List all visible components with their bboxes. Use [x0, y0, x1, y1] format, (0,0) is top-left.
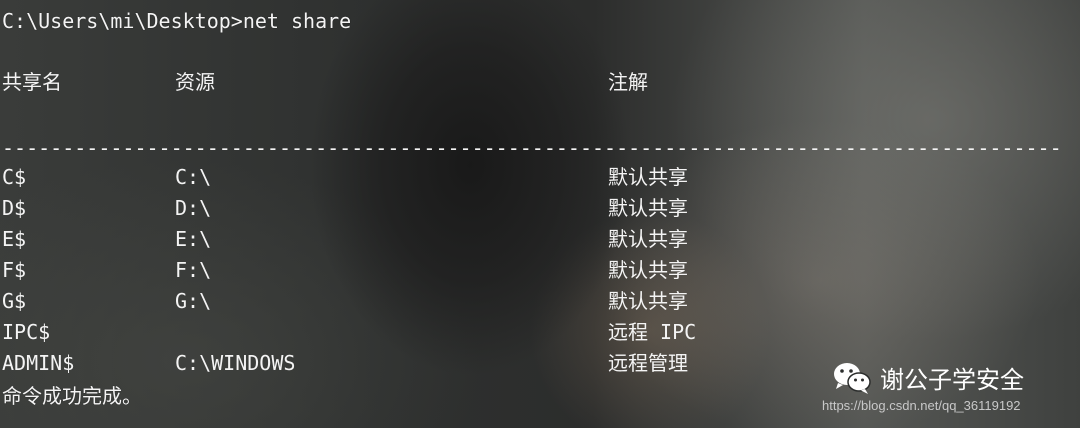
share-name: G$: [2, 289, 27, 313]
share-resource: F:\: [175, 258, 212, 282]
watermark: 谢公子学安全: [832, 360, 1024, 395]
command-prompt: C:\Users\mi\Desktop>net share: [2, 9, 352, 33]
share-resource: E:\: [175, 227, 212, 251]
share-name: D$: [2, 196, 27, 220]
share-remark: 默认共享: [608, 258, 688, 282]
share-remark: 默认共享: [608, 227, 688, 251]
share-name: E$: [2, 227, 27, 251]
share-remark: 默认共享: [608, 196, 688, 220]
header-share-name: 共享名: [2, 70, 62, 94]
separator-line: ----------------------------------------…: [2, 136, 1062, 160]
share-remark: 默认共享: [608, 165, 688, 189]
share-name: C$: [2, 165, 27, 189]
header-remark: 注解: [608, 70, 648, 94]
share-name: ADMIN$: [2, 351, 75, 375]
watermark-text: 谢公子学安全: [880, 366, 1024, 394]
completion-message: 命令成功完成。: [2, 384, 142, 408]
share-name: F$: [2, 258, 27, 282]
share-resource: C:\: [175, 165, 212, 189]
share-remark: 远程管理: [608, 351, 688, 375]
wechat-icon: [832, 361, 872, 395]
share-remark: 远程 IPC: [608, 320, 697, 344]
share-remark: 默认共享: [608, 289, 688, 313]
share-resource: G:\: [175, 289, 212, 313]
header-resource: 资源: [175, 70, 215, 94]
share-name: IPC$: [2, 320, 51, 344]
share-resource: D:\: [175, 196, 212, 220]
share-resource: C:\WINDOWS: [175, 351, 296, 375]
watermark-url: https://blog.csdn.net/qq_36119192: [822, 398, 1021, 413]
